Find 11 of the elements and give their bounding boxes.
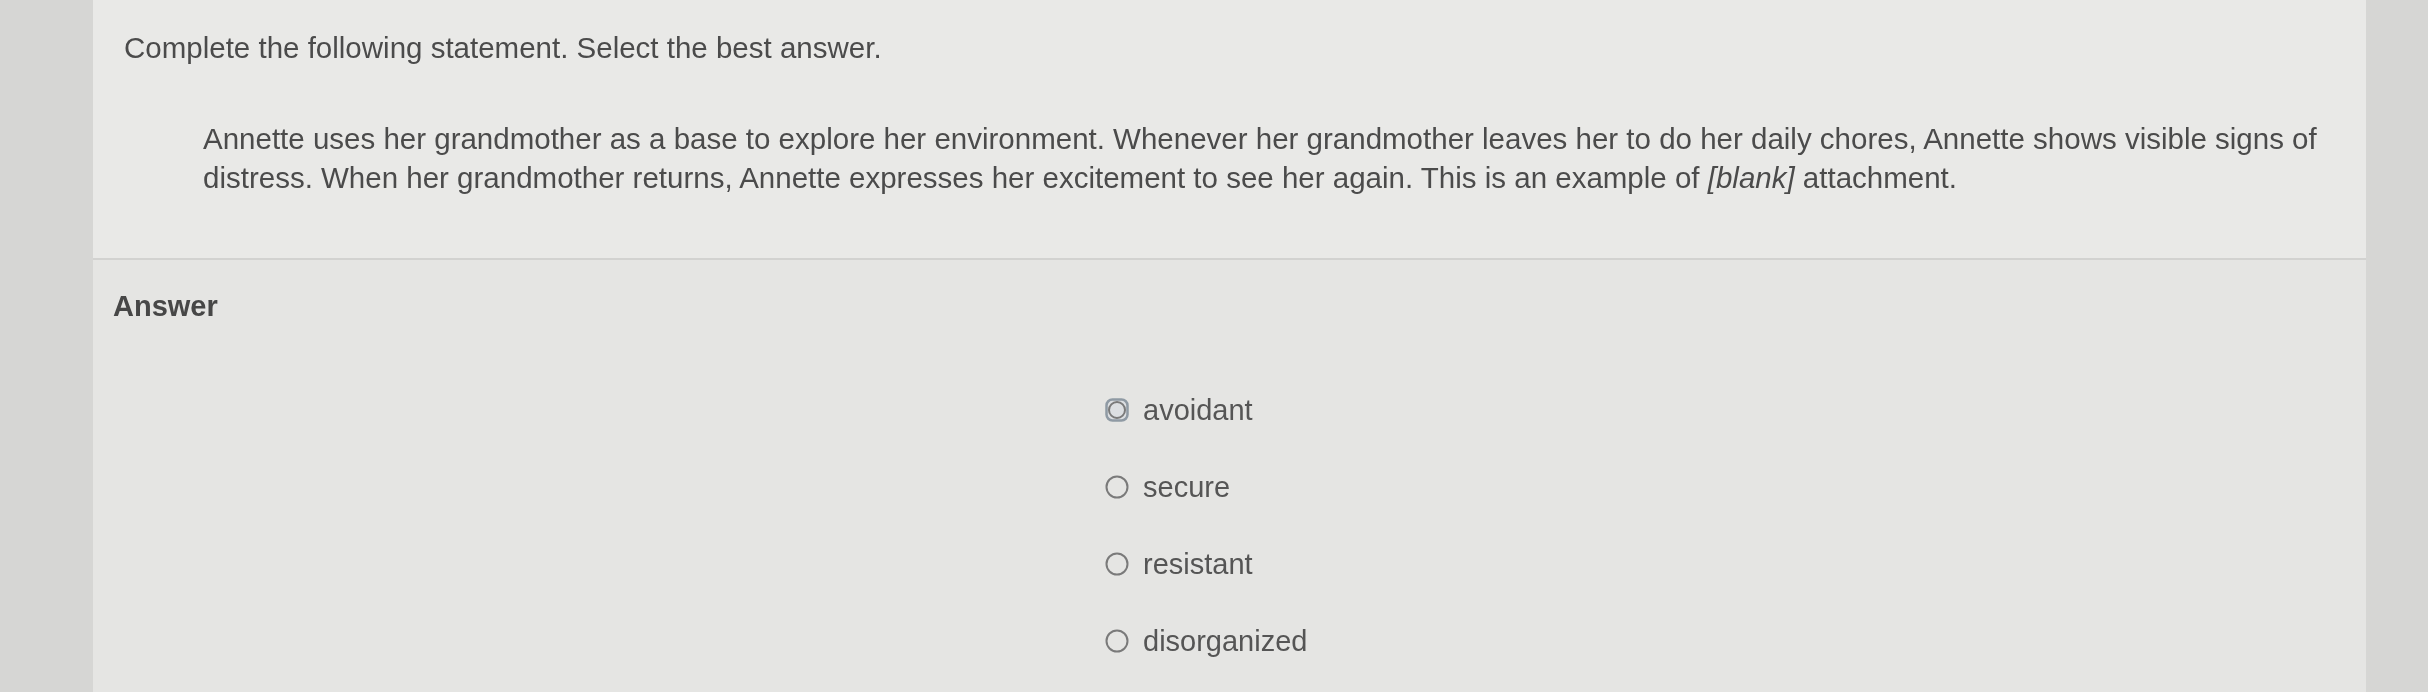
option-label[interactable]: disorganized (1143, 623, 1308, 659)
radio-button[interactable] (1105, 629, 1129, 653)
option-label[interactable]: avoidant (1143, 392, 1253, 428)
option-label[interactable]: resistant (1143, 546, 1253, 582)
question-text: Annette uses her grandmother as a base to explore her environment. Whenever her grandmother leaves her to do her daily chores, Annette shows visible signs of distress. When her grandmother returns, Annette expresses her excitement to see her again. This is an example of [blank] attachment. (202, 121, 2318, 196)
answer-heading: Answer (113, 289, 219, 324)
radio-button[interactable] (1105, 552, 1129, 576)
radio-button[interactable] (1105, 475, 1129, 499)
instruction-text: Complete the following statement. Select the best answer. (124, 30, 883, 66)
radio-button[interactable] (1105, 398, 1129, 422)
option-label[interactable]: secure (1143, 469, 1231, 505)
